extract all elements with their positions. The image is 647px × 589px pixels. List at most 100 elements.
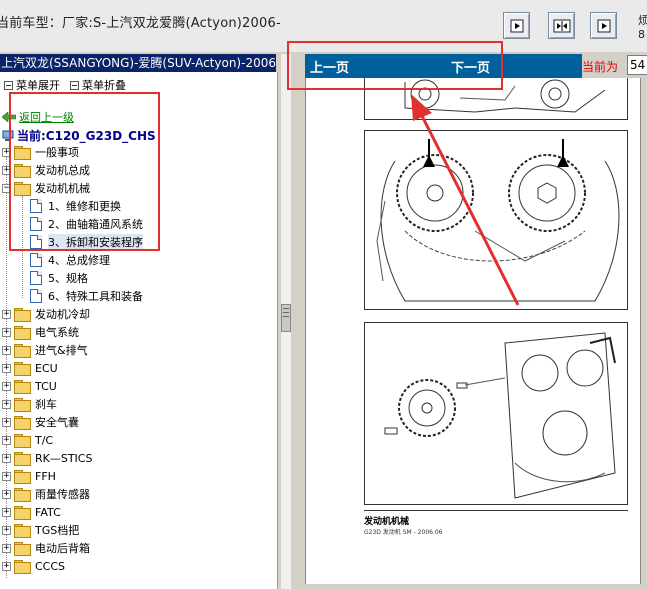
expand-plus-icon[interactable]: + <box>2 327 11 337</box>
tree-child-label: 4、总成修理 <box>48 254 110 267</box>
folder-icon <box>14 488 31 502</box>
folder-icon <box>14 506 31 520</box>
menu-collapse-label: 菜单折叠 <box>82 79 126 92</box>
expand-plus-icon[interactable]: + <box>2 435 11 445</box>
next-page-link[interactable]: 下一页 <box>451 57 490 76</box>
expand-plus-icon[interactable]: + <box>2 543 11 553</box>
expand-plus-icon[interactable]: + <box>2 507 11 517</box>
folder-icon <box>14 344 31 358</box>
vertical-scrollbar[interactable] <box>281 54 291 589</box>
expand-plus-icon[interactable]: + <box>2 165 11 175</box>
tree-child-item[interactable]: 6、特殊工具和装备 <box>30 287 143 305</box>
tree-child-label: 3、拆卸和安装程序 <box>48 234 143 250</box>
expand-plus-icon[interactable]: + <box>2 345 11 355</box>
tree-item[interactable]: + 发动机总成 <box>2 161 90 179</box>
page-nav-bar: 上一页 下一页 <box>305 54 582 78</box>
expand-plus-icon[interactable]: + <box>2 417 11 427</box>
split-view-toolbar-button[interactable] <box>548 12 575 39</box>
tree-item-label: 一般事项 <box>35 146 79 159</box>
left-panel-title: 上汽双龙(SSANGYONG)-爱腾(SUV-Actyon)-2006- <box>0 54 276 72</box>
expand-plus-icon[interactable]: + <box>2 561 11 571</box>
current-node: 当前:C120_G23D_CHS <box>2 127 156 144</box>
tree-item-label: TGS档把 <box>35 524 80 537</box>
tree-item-label: ECU <box>35 361 58 375</box>
folder-icon <box>14 470 31 484</box>
tree-child-item[interactable]: 2、曲轴箱通风系统 <box>30 215 143 233</box>
expand-plus-icon[interactable]: + <box>2 453 11 463</box>
folder-icon <box>14 560 31 574</box>
collapse-all-icon <box>70 80 79 90</box>
tree-item[interactable]: + 发动机冷却 <box>2 305 90 323</box>
tree-item[interactable]: + 进气&排气 <box>2 341 88 359</box>
tree-item[interactable]: + 电气系统 <box>2 323 79 341</box>
computer-icon <box>2 130 14 141</box>
expand-plus-icon[interactable]: + <box>2 471 11 481</box>
expand-plus-icon[interactable]: + <box>2 147 11 157</box>
tree-item-label: 发动机冷却 <box>35 308 90 321</box>
tree-item[interactable]: + 电动后背箱 <box>2 539 90 557</box>
tree-item[interactable]: + ECU <box>2 359 58 377</box>
expand-plus-icon[interactable]: + <box>2 525 11 535</box>
folder-icon <box>14 326 31 340</box>
tree-item[interactable]: + 刹车 <box>2 395 57 413</box>
tree-item-label: 刹车 <box>35 398 57 411</box>
tree-item[interactable]: + TCU <box>2 377 57 395</box>
expand-plus-icon[interactable]: + <box>2 363 11 373</box>
back-arrow-icon <box>2 112 16 122</box>
footer-rule <box>364 510 628 511</box>
expand-plus-icon[interactable]: + <box>2 309 11 319</box>
folder-icon <box>14 146 31 160</box>
tree-child-label: 6、特殊工具和装备 <box>48 290 143 303</box>
document-icon <box>30 253 42 267</box>
tree-item-label: 雨量传感器 <box>35 488 90 501</box>
doc-footer-subtitle: G23D 发动机 SM - 2006.06 <box>364 529 443 536</box>
top-toolbar: 当前车型：厂家:S-上汽双龙爱腾(Actyon)2006- 烦 8 <box>0 0 647 52</box>
tree-item-label: FFH <box>35 469 56 483</box>
document-icon <box>30 271 42 285</box>
tree-item[interactable]: + RK—STICS <box>2 449 92 467</box>
back-link[interactable]: 返回上一级 <box>2 109 74 125</box>
tree-child-item[interactable]: 4、总成修理 <box>30 251 110 269</box>
tree-child-item-selected[interactable]: 3、拆卸和安装程序 <box>30 233 143 251</box>
expand-plus-icon[interactable]: + <box>2 381 11 391</box>
tree-item-label: 进气&排气 <box>35 344 88 357</box>
expand-plus-icon[interactable]: + <box>2 399 11 409</box>
sprocket-removal-diagram <box>364 322 628 505</box>
tree-item[interactable]: + 安全气囊 <box>2 413 79 431</box>
document-icon <box>30 199 42 213</box>
tree-item[interactable]: + FATC <box>2 503 61 521</box>
tree-child-label: 5、规格 <box>48 272 88 285</box>
tree-item-label: 安全气囊 <box>35 416 79 429</box>
scrollbar-thumb[interactable] <box>281 304 291 332</box>
tree-item[interactable]: + FFH <box>2 467 56 485</box>
tree-item[interactable]: + TGS档把 <box>2 521 79 539</box>
tree-item[interactable]: + CCCS <box>2 557 65 575</box>
tree-item[interactable]: + 雨量传感器 <box>2 485 90 503</box>
folder-icon <box>14 164 31 178</box>
tree-item[interactable]: − 发动机机械 <box>2 179 90 197</box>
collapse-minus-icon[interactable]: − <box>2 183 11 193</box>
document-viewer: 发动机机械 G23D 发动机 SM - 2006.06 <box>305 78 641 584</box>
current-car-label: 当前车型：厂家:S-上汽双龙爱腾(Actyon)2006- <box>0 16 281 31</box>
bottom-edge <box>292 584 647 589</box>
expand-plus-icon[interactable]: + <box>2 489 11 499</box>
menu-expand-button[interactable]: 菜单展开 <box>4 77 60 93</box>
tree-connector-child <box>22 196 23 298</box>
tree-child-item[interactable]: 5、规格 <box>30 269 88 287</box>
tree-item-label: 发动机总成 <box>35 164 90 177</box>
menu-collapse-button[interactable]: 菜单折叠 <box>70 77 126 93</box>
tree-item[interactable]: + 一般事项 <box>2 143 79 161</box>
doc-footer-title: 发动机机械 <box>364 517 410 527</box>
tree-child-item[interactable]: 1、维修和更换 <box>30 197 121 215</box>
current-node-label: 当前:C120_G23D_CHS <box>17 129 156 143</box>
document-icon <box>30 217 42 231</box>
clipped-right-text: 烦 8 <box>638 14 647 41</box>
tree-item[interactable]: + T/C <box>2 431 53 449</box>
tree-item-label: 电动后背箱 <box>35 542 90 555</box>
single-page-toolbar-button[interactable] <box>590 12 617 39</box>
prev-page-link[interactable]: 上一页 <box>310 57 349 76</box>
tree-child-label: 1、维修和更换 <box>48 200 121 213</box>
next-page-toolbar-button[interactable] <box>503 12 530 39</box>
page-number-input[interactable] <box>627 55 647 75</box>
tree-item-label: TCU <box>35 379 57 393</box>
